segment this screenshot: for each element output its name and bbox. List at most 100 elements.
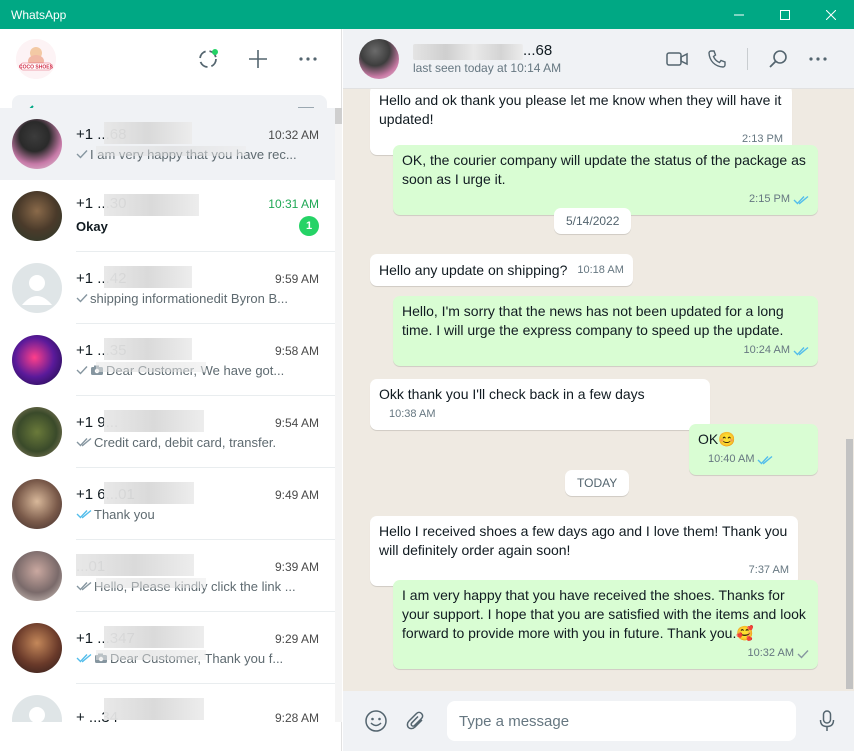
search-messages-button[interactable] xyxy=(758,39,798,79)
brand-logo: COCO SHOES xyxy=(16,39,56,79)
chat-list-scroll-thumb[interactable] xyxy=(335,108,342,124)
chat-list-item[interactable]: ...019:39 AMHello, Please kindly click t… xyxy=(0,540,335,612)
read-checks-icon xyxy=(76,509,92,519)
minimize-button[interactable] xyxy=(716,0,762,29)
conversation-menu-button[interactable] xyxy=(798,39,838,79)
chat-list: +1 ...6810:32 AMI am very happy that you… xyxy=(0,108,335,722)
app-title: WhatsApp xyxy=(11,7,67,22)
delivered-checks-icon xyxy=(76,437,92,447)
incoming-message[interactable]: Hello I received shoes a few days ago an… xyxy=(370,516,798,586)
outgoing-message[interactable]: OK😊 10:40 AM xyxy=(689,424,818,475)
message-area: Hello and ok thank you please let me kno… xyxy=(343,89,854,691)
message-scrollbar[interactable] xyxy=(846,439,853,689)
chat-avatar xyxy=(12,695,62,722)
profile-avatar[interactable]: COCO SHOES xyxy=(16,39,56,79)
delivered-checks-icon xyxy=(76,581,92,591)
chat-preview: shipping informationedit Byron B... xyxy=(76,291,288,306)
message-composer xyxy=(343,691,854,751)
menu-button[interactable] xyxy=(291,42,325,76)
chat-time: 9:54 AM xyxy=(274,415,319,430)
svg-text:COCO SHOES: COCO SHOES xyxy=(19,65,54,71)
more-options-icon xyxy=(299,57,317,61)
chat-list-item[interactable]: +1 ...3479:29 AMDear Customer, Thank you… xyxy=(0,612,335,684)
redacted-number xyxy=(104,338,192,360)
default-avatar-icon xyxy=(22,275,52,305)
chat-list-item[interactable]: + ...34 9:28 AM xyxy=(0,684,335,722)
chat-avatar xyxy=(12,623,62,673)
message-time: 10:32 AM xyxy=(747,647,794,659)
title-bar: WhatsApp xyxy=(0,0,854,29)
sent-check-icon xyxy=(76,294,88,303)
chat-list-item[interactable]: +1 9... 9:54 AM Credit card, debit card, t… xyxy=(0,396,335,468)
chat-list-scrollbar[interactable] xyxy=(335,108,342,722)
maximize-button[interactable] xyxy=(762,0,808,29)
sidebar-header: COCO SHOES xyxy=(0,29,341,89)
chat-time: 9:49 AM xyxy=(274,487,319,502)
new-chat-button[interactable] xyxy=(241,42,275,76)
last-seen-status: last seen today at 10:14 AM xyxy=(413,60,562,75)
emoji-button[interactable] xyxy=(361,706,391,736)
redacted-number xyxy=(104,122,192,144)
chat-list-item[interactable]: +1 ...359:58 AMDear Customer, We have go… xyxy=(0,324,335,396)
voice-message-button[interactable] xyxy=(812,706,842,736)
message-text: Hello any update on shipping? xyxy=(379,262,568,278)
redacted-number xyxy=(104,266,192,288)
new-chat-icon xyxy=(249,50,267,68)
chat-time: 9:39 AM xyxy=(274,559,319,574)
attach-button[interactable] xyxy=(401,706,431,736)
contact-name-text: ...68 xyxy=(523,42,553,60)
close-window-button[interactable] xyxy=(808,0,854,29)
emoji-icon xyxy=(365,710,387,732)
conversation-header[interactable]: ...68 last seen today at 10:14 AM xyxy=(343,29,854,89)
unread-badge: 1 xyxy=(299,216,319,236)
date-divider: TODAY xyxy=(565,470,630,496)
chat-time: 10:31 AM xyxy=(268,197,319,211)
chat-preview: Okay xyxy=(76,219,108,234)
chat-list-item[interactable]: +1 6...019:49 AMThank you xyxy=(0,468,335,540)
microphone-icon xyxy=(819,710,835,731)
chat-list-item[interactable]: +1 ...6810:32 AMI am very happy that you… xyxy=(0,108,335,180)
message-time: 10:38 AM xyxy=(389,408,436,420)
contact-avatar[interactable] xyxy=(359,38,399,79)
outgoing-message[interactable]: Hello, I'm sorry that the news has not b… xyxy=(393,296,818,366)
redacted-number xyxy=(104,194,199,216)
chat-avatar xyxy=(12,335,62,385)
chat-avatar xyxy=(12,191,62,241)
date-divider: 5/14/2022 xyxy=(554,208,632,234)
sent-check-icon xyxy=(76,366,88,375)
chat-time: 10:32 AM xyxy=(268,127,319,142)
message-text: Okk thank you I'll check back in a few d… xyxy=(379,386,645,402)
incoming-message[interactable]: Okk thank you I'll check back in a few d… xyxy=(370,379,710,430)
chat-list-item[interactable]: +1 ...30 10:31 AM Okay 1 xyxy=(0,180,335,252)
chat-preview: Credit card, debit card, transfer. xyxy=(76,435,276,450)
chat-list-item[interactable]: +1 ...42 9:59 AM shipping informationedit … xyxy=(0,252,335,324)
maximize-icon xyxy=(780,9,790,20)
chat-time: 9:29 AM xyxy=(274,631,319,646)
chat-avatar xyxy=(12,479,62,529)
close-icon xyxy=(826,9,836,20)
paperclip-icon xyxy=(406,711,424,730)
chat-preview: Thank you xyxy=(76,507,155,522)
video-call-button[interactable] xyxy=(657,39,697,79)
chat-avatar xyxy=(12,263,62,313)
message-time: 10:18 AM xyxy=(577,264,624,276)
minimize-icon xyxy=(734,14,744,15)
chat-avatar xyxy=(12,119,62,169)
voice-call-icon xyxy=(708,49,726,68)
chat-preview-text: Okay xyxy=(76,218,108,234)
incoming-message[interactable]: Hello any update on shipping? 10:18 AM xyxy=(370,254,633,286)
video-call-icon xyxy=(666,51,688,66)
redacted-preview xyxy=(96,650,206,660)
outgoing-message[interactable]: I am very happy that you have received t… xyxy=(393,580,818,669)
sent-check-icon xyxy=(797,649,809,659)
redacted-preview xyxy=(96,362,206,372)
message-time: 2:15 PM xyxy=(749,193,790,205)
outgoing-message[interactable]: OK, the courier company will update the … xyxy=(393,145,818,215)
message-input[interactable] xyxy=(447,701,796,741)
read-checks-icon xyxy=(76,653,92,663)
status-button[interactable] xyxy=(191,42,225,76)
read-checks-icon xyxy=(793,346,809,356)
more-options-icon xyxy=(809,56,827,61)
voice-call-button[interactable] xyxy=(697,39,737,79)
redacted-number xyxy=(413,43,523,60)
